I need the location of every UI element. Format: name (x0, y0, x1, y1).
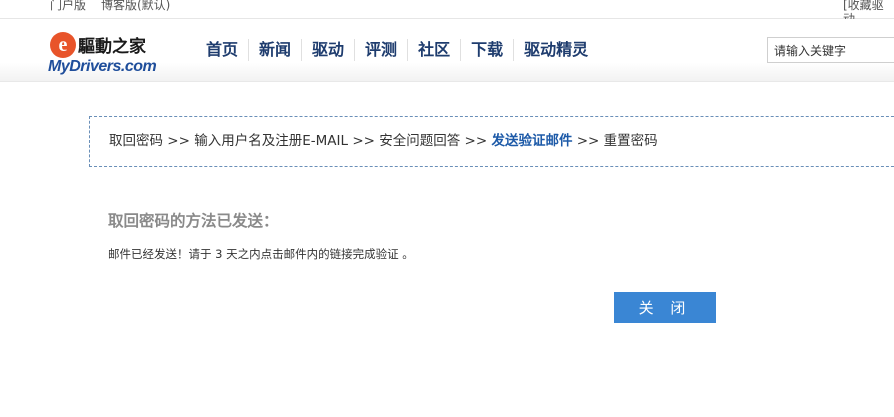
search-input[interactable] (767, 37, 894, 63)
nav-home[interactable]: 首页 (196, 38, 248, 62)
step-retrieve-password: 取回密码 (109, 133, 163, 149)
password-recovery-steps: 取回密码 >> 输入用户名及注册E-MAIL >> 安全问题回答 >> 发送验证… (89, 116, 894, 167)
step-security-question: 安全问题回答 (379, 133, 461, 149)
nav-driver-genius[interactable]: 驱动精灵 (514, 38, 598, 62)
result-message: 邮件已经发送！请于 3 天之内点击邮件内的链接完成验证 。 (108, 247, 414, 261)
nav-news[interactable]: 新闻 (249, 38, 301, 62)
nav-reviews[interactable]: 评测 (355, 38, 407, 62)
step-separator: >> (167, 133, 190, 149)
step-reset-password: 重置密码 (603, 133, 658, 149)
step-separator: >> (464, 133, 488, 149)
nav-community[interactable]: 社区 (408, 38, 460, 62)
logo-chinese-text: 驅動之家 (78, 37, 146, 57)
site-header: e 驅動之家 MyDrivers.com 首页 新闻 驱动 评测 社区 下载 驱… (0, 19, 894, 82)
nav-drivers[interactable]: 驱动 (302, 38, 354, 62)
svg-text:e: e (59, 34, 68, 56)
main-nav: 首页 新闻 驱动 评测 社区 下载 驱动精灵 (196, 19, 598, 81)
nav-download[interactable]: 下载 (461, 38, 513, 62)
step-send-verification-email: 发送验证邮件 (491, 133, 573, 149)
top-utility-bar: 门户版 博客版(默认) [收藏驱动 (0, 0, 894, 26)
close-button[interactable]: 关 闭 (614, 292, 716, 323)
result-heading: 取回密码的方法已发送： (108, 212, 279, 230)
logo-brand-text: MyDrivers.com (48, 58, 157, 75)
step-separator: >> (352, 133, 375, 149)
logo-e-icon: e (50, 32, 76, 58)
portal-version-link[interactable]: 门户版 (50, 0, 86, 12)
blog-version-link[interactable]: 博客版(默认) (101, 0, 170, 12)
step-separator: >> (576, 133, 600, 149)
step-enter-username-email: 输入用户名及注册E-MAIL (194, 133, 349, 149)
site-logo[interactable]: e 驅動之家 MyDrivers.com (48, 26, 160, 76)
